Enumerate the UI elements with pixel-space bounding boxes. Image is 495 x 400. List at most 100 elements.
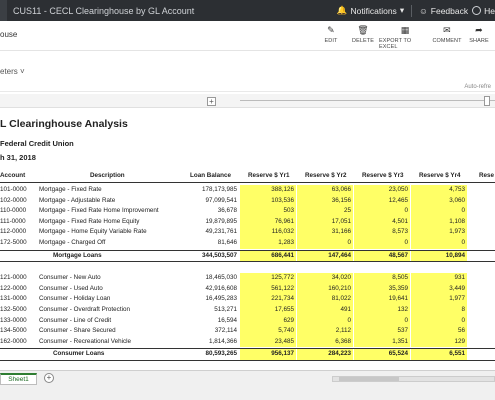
cell-r2[interactable]: 160,210 (297, 283, 353, 295)
cell-bal[interactable]: 1,814,366 (182, 337, 237, 348)
cell-bal[interactable]: 372,114 (182, 326, 237, 337)
cell-bal[interactable]: 97,099,541 (182, 196, 237, 207)
auto-refresh-toggle[interactable]: Auto-refre (464, 84, 491, 90)
total-r4[interactable]: 6,551 (411, 349, 467, 360)
help-button[interactable]: He (472, 6, 495, 16)
total-r1[interactable]: 686,441 (240, 250, 296, 262)
cell-acct[interactable]: 122-0000 (0, 284, 35, 295)
cell-r1[interactable]: 221,734 (240, 294, 296, 305)
cell-r2[interactable]: 34,020 (297, 273, 353, 284)
cell-bal[interactable]: 16,594 (182, 316, 237, 327)
add-sheet-icon[interactable]: + (44, 373, 54, 383)
delete-button[interactable]: 🗑 DELETE (347, 24, 379, 50)
cell-r1[interactable]: 76,961 (240, 216, 296, 228)
cell-r3[interactable]: 23,050 (354, 185, 410, 196)
cell-desc[interactable]: Mortgage - Adjustable Rate (39, 196, 189, 207)
cell-r1[interactable]: 561,122 (240, 283, 296, 295)
cell-r1[interactable]: 17,655 (240, 305, 296, 316)
cell-r1[interactable]: 629 (240, 315, 296, 327)
cell-acct[interactable]: 172-5000 (0, 238, 35, 249)
share-button[interactable]: ➦ SHARE (463, 24, 495, 50)
cell-r4[interactable]: 3,449 (411, 283, 467, 295)
cell-r2[interactable]: 17,051 (297, 216, 353, 228)
cell-r1[interactable]: 1,283 (240, 238, 296, 249)
cell-bal[interactable]: 36,678 (182, 206, 237, 217)
cell-r2[interactable]: 36,156 (297, 195, 353, 207)
cell-r3[interactable]: 8,573 (354, 227, 410, 238)
cell-r4[interactable]: 0 (411, 315, 467, 327)
cell-desc[interactable]: Mortgage - Fixed Rate Home Equity (39, 217, 189, 228)
cell-desc[interactable]: Consumer - Used Auto (39, 284, 189, 295)
breadcrumb[interactable]: ouse (0, 30, 17, 39)
total-r1[interactable]: 956,137 (240, 349, 296, 360)
cell-acct[interactable]: 110-0000 (0, 206, 35, 217)
total-desc[interactable]: Consumer Loans (39, 349, 189, 360)
cell-desc[interactable]: Consumer - Overdraft Protection (39, 305, 189, 316)
cell-r1[interactable]: 23,485 (240, 336, 296, 348)
cell-acct[interactable]: 134-5000 (0, 326, 35, 337)
cell-r2[interactable]: 63,066 (297, 185, 353, 196)
cell-acct[interactable]: 102-0000 (0, 196, 35, 207)
cell-r1[interactable]: 103,536 (240, 195, 296, 207)
cell-r3[interactable]: 0 (354, 206, 410, 217)
cell-r3[interactable]: 1,351 (354, 336, 410, 348)
cell-desc[interactable]: Consumer - New Auto (39, 273, 189, 284)
cell-desc[interactable]: Mortgage - Home Equity Variable Rate (39, 227, 189, 238)
total-r4[interactable]: 10,894 (411, 250, 467, 262)
cell-acct[interactable]: 101-0000 (0, 185, 35, 196)
cell-bal[interactable]: 16,495,283 (182, 294, 237, 305)
cell-r4[interactable]: 1,977 (411, 294, 467, 305)
cell-r2[interactable]: 0 (297, 238, 353, 249)
cell-r4[interactable]: 8 (411, 305, 467, 316)
cell-r4[interactable]: 1,973 (411, 227, 467, 238)
cell-desc[interactable]: Consumer - Holiday Loan (39, 294, 189, 305)
cell-r4[interactable]: 931 (411, 273, 467, 284)
cell-desc[interactable]: Consumer - Recreational Vehicle (39, 337, 189, 348)
total-r3[interactable]: 65,524 (354, 349, 410, 360)
cell-bal[interactable]: 513,271 (182, 305, 237, 316)
cell-r3[interactable]: 19,641 (354, 294, 410, 305)
cell-r4[interactable]: 4,753 (411, 185, 467, 196)
sheet-tab-sheet1[interactable]: Sheet1 (0, 373, 37, 385)
cell-acct[interactable]: 121-0000 (0, 273, 35, 284)
cell-bal[interactable]: 19,879,895 (182, 217, 237, 228)
cell-r2[interactable]: 6,368 (297, 336, 353, 348)
cell-desc[interactable]: Consumer - Share Secured (39, 326, 189, 337)
total-r2[interactable]: 284,223 (297, 349, 353, 360)
cell-r1[interactable]: 125,772 (240, 273, 296, 284)
cell-r3[interactable]: 537 (354, 326, 410, 337)
cell-r3[interactable]: 8,505 (354, 273, 410, 284)
cell-r2[interactable]: 25 (297, 206, 353, 217)
cell-r3[interactable]: 0 (354, 238, 410, 249)
cell-r4[interactable]: 3,060 (411, 195, 467, 207)
cell-desc[interactable]: Consumer - Line of Credit (39, 316, 189, 327)
total-r2[interactable]: 147,464 (297, 250, 353, 262)
cell-r2[interactable]: 81,022 (297, 294, 353, 305)
cell-r2[interactable]: 0 (297, 315, 353, 327)
cell-r1[interactable]: 5,740 (240, 326, 296, 337)
zoom-slider[interactable] (240, 96, 495, 106)
cell-bal[interactable]: 49,231,761 (182, 227, 237, 238)
cell-r4[interactable]: 56 (411, 326, 467, 337)
cell-r1[interactable]: 388,126 (240, 185, 296, 196)
total-desc[interactable]: Mortgage Loans (39, 251, 189, 262)
cell-r3[interactable]: 12,465 (354, 195, 410, 207)
cell-r2[interactable]: 491 (297, 305, 353, 316)
cell-acct[interactable]: 112-0000 (0, 227, 35, 238)
scrollbar-thumb[interactable] (339, 377, 399, 381)
horizontal-scrollbar[interactable] (332, 376, 495, 382)
cell-r2[interactable]: 2,112 (297, 326, 353, 337)
cell-r4[interactable]: 0 (411, 206, 467, 217)
cell-acct[interactable]: 111-0000 (0, 217, 35, 228)
cell-bal[interactable]: 81,646 (182, 238, 237, 249)
cell-r4[interactable]: 1,108 (411, 216, 467, 228)
comment-button[interactable]: ✉ COMMENT (431, 24, 463, 50)
cell-acct[interactable]: 132-5000 (0, 305, 35, 316)
cell-r3[interactable]: 35,359 (354, 283, 410, 295)
total-r3[interactable]: 48,567 (354, 250, 410, 262)
total-bal[interactable]: 80,593,265 (182, 349, 237, 360)
cell-r3[interactable]: 0 (354, 315, 410, 327)
cell-acct[interactable]: 131-0000 (0, 294, 35, 305)
cell-desc[interactable]: Mortgage - Charged Off (39, 238, 189, 249)
cell-r3[interactable]: 4,501 (354, 216, 410, 228)
